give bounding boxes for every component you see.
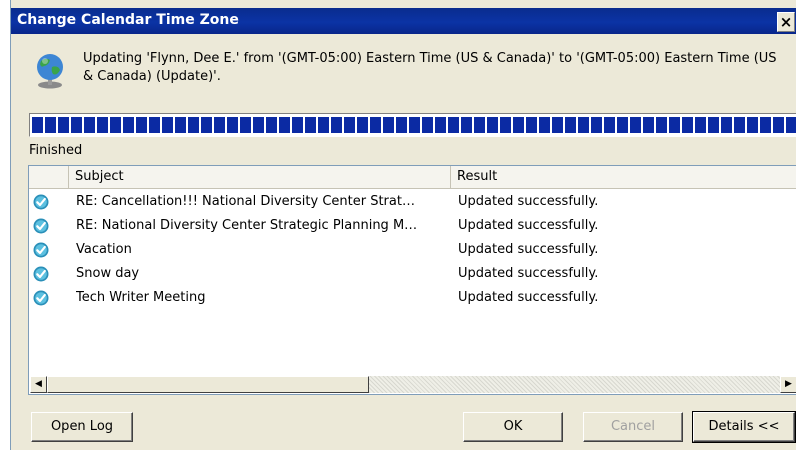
close-button[interactable]: ×	[777, 12, 795, 32]
update-message: Updating 'Flynn, Dee E.' from '(GMT-05:0…	[83, 51, 777, 84]
row-result: Updated successfully.	[458, 194, 599, 209]
list-item[interactable]: Vacation Updated successfully.	[29, 239, 796, 263]
list-header: Subject Result	[29, 166, 796, 189]
results-list[interactable]: Subject Result RE: Cancellation!!! Natio…	[28, 165, 796, 395]
column-header-icon[interactable]	[29, 166, 69, 188]
status-text: Finished	[29, 143, 83, 158]
open-log-button[interactable]: Open Log	[31, 412, 133, 442]
row-subject: Vacation	[76, 242, 132, 257]
checkmark-circle-icon	[33, 290, 49, 306]
list-item[interactable]: RE: National Diversity Center Strategic …	[29, 215, 796, 239]
globe-icon	[37, 54, 63, 89]
window-title: Change Calendar Time Zone	[17, 12, 239, 28]
column-header-subject[interactable]: Subject	[69, 166, 451, 188]
row-subject: Snow day	[76, 266, 140, 281]
row-result: Updated successfully.	[458, 266, 599, 281]
row-result: Updated successfully.	[458, 242, 599, 257]
progress-bar	[29, 113, 796, 137]
row-result: Updated successfully.	[458, 290, 599, 305]
checkmark-circle-icon	[33, 266, 49, 282]
title-bar[interactable]: Change Calendar Time Zone ×	[11, 8, 796, 34]
row-subject: Tech Writer Meeting	[76, 290, 206, 305]
scroll-right-button[interactable]: ▶	[780, 376, 796, 393]
scroll-left-button[interactable]: ◀	[30, 376, 47, 393]
column-header-result[interactable]: Result	[451, 166, 796, 188]
horizontal-scrollbar[interactable]: ◀ ▶	[30, 376, 796, 393]
checkmark-circle-icon	[33, 218, 49, 234]
checkmark-circle-icon	[33, 242, 49, 258]
list-item[interactable]: Snow day Updated successfully.	[29, 263, 796, 287]
details-button[interactable]: Details <<	[692, 411, 796, 443]
ok-button[interactable]: OK	[463, 412, 563, 442]
row-subject: RE: National Diversity Center Strategic …	[76, 218, 418, 233]
list-rows: RE: Cancellation!!! National Diversity C…	[29, 191, 796, 311]
progress-fill	[32, 117, 796, 133]
cancel-button[interactable]: Cancel	[583, 412, 683, 442]
list-item[interactable]: Tech Writer Meeting Updated successfully.	[29, 287, 796, 311]
scroll-thumb[interactable]	[47, 376, 369, 393]
row-result: Updated successfully.	[458, 218, 599, 233]
checkmark-circle-icon	[33, 194, 49, 210]
list-item[interactable]: RE: Cancellation!!! National Diversity C…	[29, 191, 796, 215]
dialog-window: Change Calendar Time Zone × Updating 'Fl…	[10, 0, 796, 450]
row-subject: RE: Cancellation!!! National Diversity C…	[76, 194, 415, 209]
